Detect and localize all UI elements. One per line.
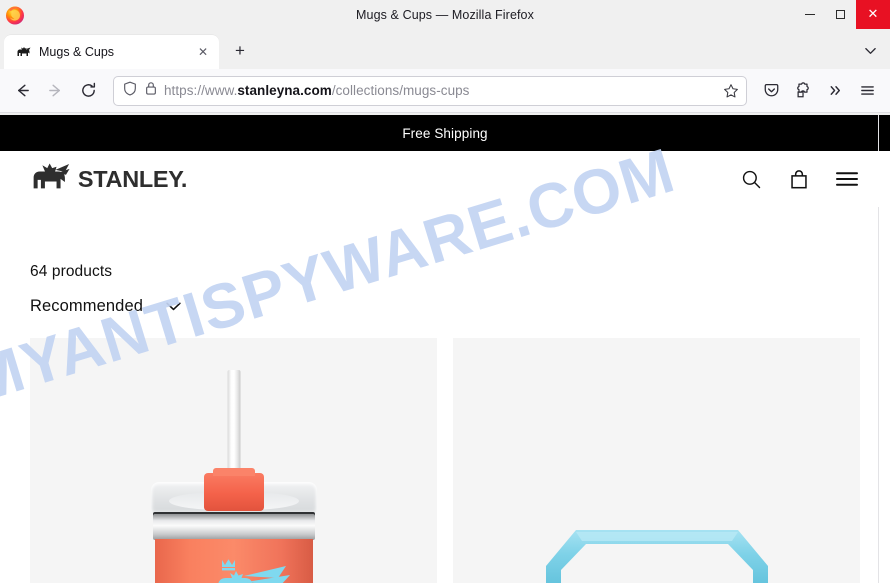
tumbler-silver-band <box>152 514 315 540</box>
product-card[interactable] <box>30 338 437 583</box>
promo-banner-text: Free Shipping <box>402 125 488 141</box>
window-title: Mugs & Cups — Mozilla Firefox <box>356 7 534 22</box>
sort-dropdown[interactable]: Recommended <box>30 297 860 316</box>
url-prefix: https://www. <box>164 83 238 98</box>
padlock-icon[interactable] <box>145 81 157 101</box>
promo-banner: Free Shipping <box>0 115 890 151</box>
brand-wordmark: STANLEY. <box>77 165 188 192</box>
shopping-bag-icon[interactable] <box>786 166 812 192</box>
straw-stopper-part <box>203 468 264 511</box>
site-header: STANLEY. <box>0 151 890 207</box>
close-tab-icon[interactable]: ✕ <box>193 42 213 62</box>
brand-logo[interactable]: STANLEY. <box>30 162 188 197</box>
sort-selected-value: Recommended <box>30 297 143 315</box>
search-icon[interactable] <box>738 166 764 192</box>
blue-handle-image <box>532 508 782 583</box>
bookmark-star-icon[interactable] <box>723 83 739 99</box>
product-card[interactable] <box>453 338 860 583</box>
reload-icon[interactable] <box>73 75 104 106</box>
stanley-bull-icon <box>15 44 31 60</box>
page-viewport: Free Shipping STANLEY. 64 products Recom… <box>0 115 890 583</box>
tab-mugs-cups[interactable]: Mugs & Cups ✕ <box>4 35 219 69</box>
toolbar-icons <box>756 75 883 106</box>
pocket-icon[interactable] <box>756 75 787 106</box>
maximize-button[interactable] <box>825 0 856 29</box>
collection-content: 64 products Recommended <box>0 207 890 583</box>
list-all-tabs-chevron-down-icon[interactable] <box>854 35 886 65</box>
product-grid <box>30 338 860 583</box>
product-count: 64 products <box>30 263 113 280</box>
firefox-window: Mugs & Cups — Mozilla Firefox ✕ Mugs & C… <box>0 0 890 583</box>
coral-tumbler-image <box>143 370 325 583</box>
tab-title: Mugs & Cups <box>39 45 115 59</box>
puzzle-piece-icon[interactable] <box>788 75 819 106</box>
shield-icon[interactable] <box>123 81 137 101</box>
hamburger-menu-icon[interactable] <box>834 166 860 192</box>
navigation-toolbar: https://www.stanleyna.com/collections/mu… <box>0 69 890 113</box>
crowned-bull-graphic-icon <box>174 556 294 583</box>
double-chevron-icon[interactable] <box>820 75 851 106</box>
firefox-logo-icon <box>4 4 26 26</box>
url-host: stanleyna.com <box>237 83 332 98</box>
url-path: /collections/mugs-cups <box>331 83 470 98</box>
tab-strip: Mugs & Cups ✕ + <box>0 29 890 69</box>
hamburger-menu-icon[interactable] <box>852 75 883 106</box>
minimize-button[interactable] <box>794 0 825 29</box>
close-window-button[interactable]: ✕ <box>856 0 890 29</box>
winged-bull-icon <box>30 162 70 197</box>
site-header-actions <box>738 166 860 192</box>
url-bar[interactable]: https://www.stanleyna.com/collections/mu… <box>113 75 747 106</box>
title-bar: Mugs & Cups — Mozilla Firefox ✕ <box>0 0 890 29</box>
close-icon: ✕ <box>867 7 879 22</box>
window-controls: ✕ <box>794 0 890 29</box>
back-arrow-icon[interactable] <box>7 75 38 106</box>
forward-arrow-icon[interactable] <box>40 75 71 106</box>
url-text[interactable]: https://www.stanleyna.com/collections/mu… <box>164 83 716 98</box>
chevron-down-icon <box>165 301 182 312</box>
new-tab-button[interactable]: + <box>225 36 255 66</box>
